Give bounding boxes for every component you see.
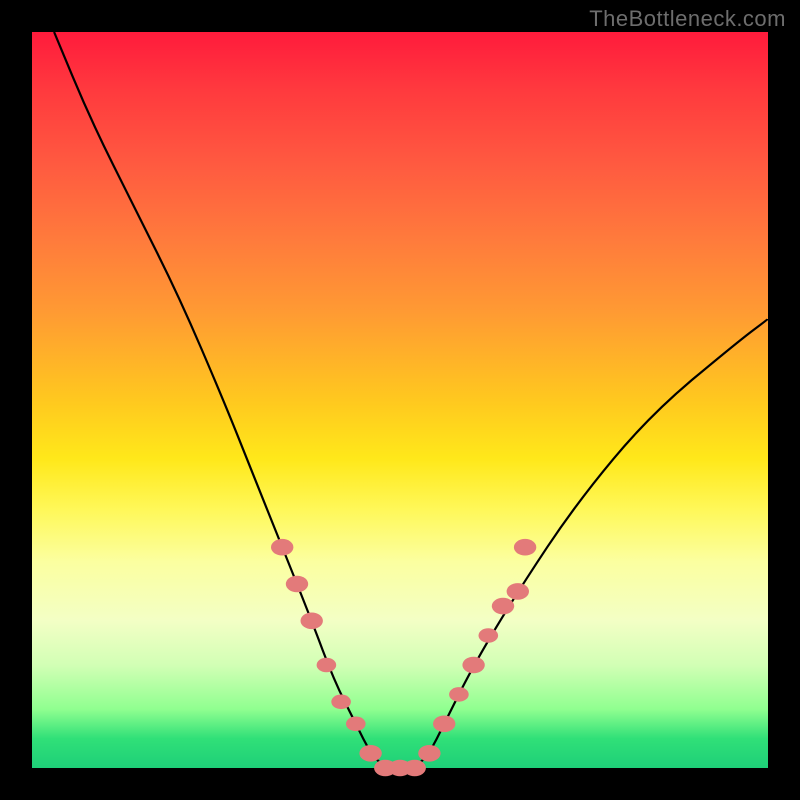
highlight-point — [462, 657, 484, 674]
highlight-point — [317, 658, 337, 673]
highlight-markers — [271, 539, 536, 776]
highlight-point — [492, 598, 514, 615]
curve-svg — [32, 32, 768, 768]
highlight-point — [359, 745, 381, 762]
highlight-point — [433, 716, 455, 733]
chart-frame: TheBottleneck.com — [0, 0, 800, 800]
watermark-text: TheBottleneck.com — [589, 6, 786, 32]
highlight-point — [507, 583, 529, 600]
highlight-point — [479, 628, 499, 643]
highlight-point — [286, 576, 308, 593]
highlight-point — [404, 760, 426, 777]
bottleneck-curve — [54, 32, 768, 768]
plot-area — [32, 32, 768, 768]
highlight-point — [346, 717, 366, 732]
highlight-point — [449, 687, 469, 702]
highlight-point — [514, 539, 536, 556]
highlight-point — [301, 613, 323, 630]
highlight-point — [331, 695, 351, 710]
highlight-point — [418, 745, 440, 762]
highlight-point — [271, 539, 293, 556]
